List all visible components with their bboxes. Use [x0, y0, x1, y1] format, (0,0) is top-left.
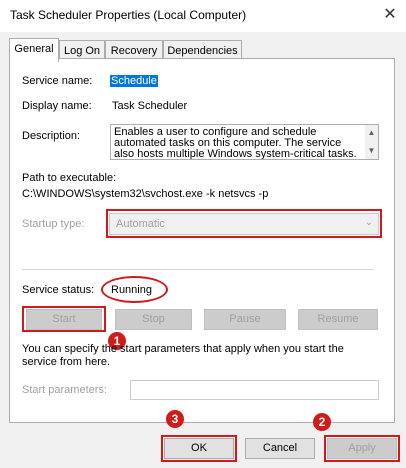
- title-bar: Task Scheduler Properties (Local Compute…: [0, 0, 406, 32]
- service-name-value[interactable]: Schedule: [110, 75, 158, 87]
- close-icon[interactable]: ✕: [379, 4, 401, 26]
- service-name-text[interactable]: Schedule: [110, 75, 158, 87]
- tab-recovery[interactable]: Recovery: [105, 40, 163, 60]
- tab-dependencies[interactable]: Dependencies: [163, 40, 242, 60]
- cancel-button[interactable]: Cancel: [245, 438, 315, 459]
- scroll-down-icon[interactable]: ▼: [367, 147, 376, 155]
- display-name-value: Task Scheduler: [112, 100, 188, 112]
- tab-log-on[interactable]: Log On: [59, 40, 105, 60]
- annotation-start-highlight: [22, 306, 106, 332]
- window-title: Task Scheduler Properties (Local Compute…: [10, 8, 247, 22]
- annotation-status-circle: [101, 276, 168, 303]
- tab-general[interactable]: General: [9, 38, 59, 62]
- pause-button[interactable]: Pause: [204, 309, 286, 330]
- annotation-ok-highlight: [161, 435, 237, 462]
- separator: [22, 269, 374, 270]
- annotation-apply-highlight: [324, 435, 400, 462]
- start-params-input[interactable]: [130, 380, 379, 400]
- stop-button[interactable]: Stop: [115, 309, 192, 330]
- scroll-up-icon[interactable]: ▲: [367, 129, 376, 137]
- annotation-badge-3: 3: [166, 410, 184, 428]
- resume-button[interactable]: Resume: [298, 309, 378, 330]
- description-box[interactable]: Enables a user to configure and schedule…: [110, 124, 379, 160]
- annotation-badge-2: 2: [313, 413, 331, 431]
- description-scrollbar[interactable]: ▲ ▼: [365, 125, 378, 159]
- annotation-startup-highlight: [106, 209, 382, 238]
- description-label: Description:: [22, 130, 81, 142]
- params-hint: You can specify the start parameters tha…: [22, 343, 344, 368]
- description-text: Enables a user to configure and schedule…: [114, 126, 357, 160]
- path-value: C:\WINDOWS\system32\svchost.exe -k netsv…: [22, 188, 269, 200]
- display-name-label: Display name:: [22, 100, 92, 112]
- startup-type-label: Startup type:: [22, 218, 85, 230]
- service-status-label: Service status:: [22, 284, 95, 296]
- start-params-label: Start parameters:: [22, 384, 107, 396]
- service-name-label: Service name:: [22, 75, 93, 87]
- path-label: Path to executable:: [22, 172, 117, 184]
